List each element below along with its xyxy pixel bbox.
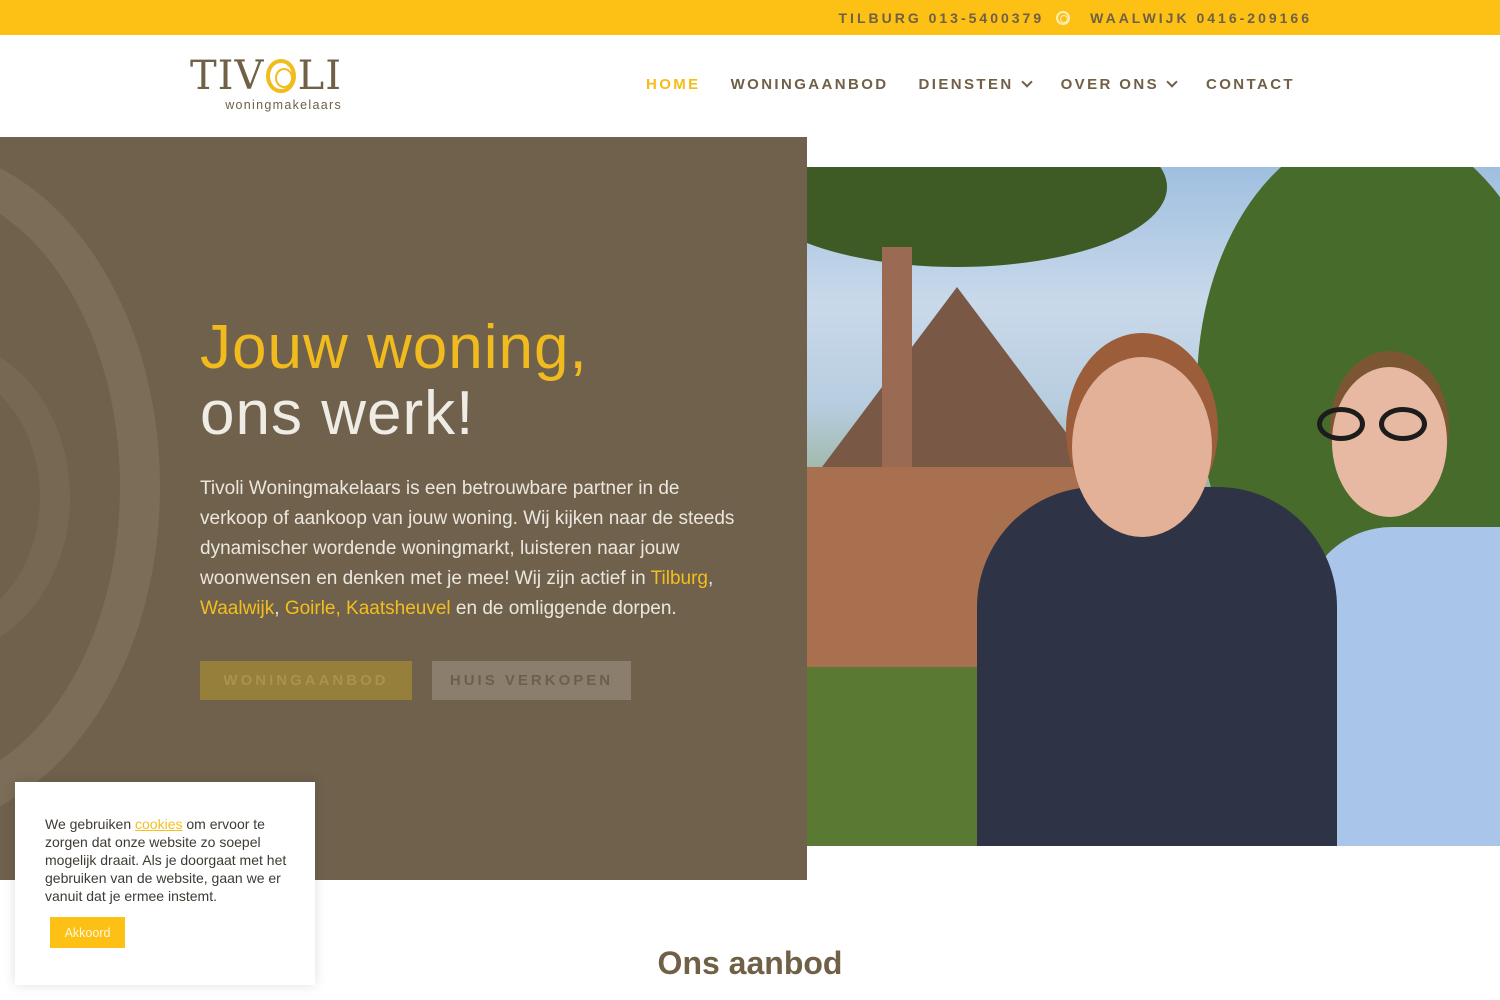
akkoord-button[interactable]: Akkoord bbox=[50, 917, 125, 948]
site-header: TIV LI woningmakelaars HOME WONINGAANBOD… bbox=[0, 35, 1500, 137]
hero-photo bbox=[807, 167, 1500, 846]
cookie-text: We gebruiken cookies om ervoor te zorgen… bbox=[45, 815, 295, 905]
hero-description: Tivoli Woningmakelaars is een betrouwbar… bbox=[200, 474, 740, 624]
nav-item-contact[interactable]: CONTACT bbox=[1206, 76, 1295, 93]
nav-label: HOME bbox=[645, 76, 701, 93]
logo[interactable]: TIV LI woningmakelaars bbox=[190, 53, 342, 117]
nav-item-over-ons[interactable]: OVER ONS bbox=[1060, 76, 1178, 93]
nav-label: OVER ONS bbox=[1060, 76, 1159, 93]
section-title-ons-aanbod: Ons aanbod bbox=[657, 945, 843, 981]
nav-label: DIENSTEN bbox=[918, 76, 1014, 93]
sun-circle-icon bbox=[1056, 10, 1071, 25]
photo-chimney bbox=[882, 247, 912, 467]
logo-text-start: TIV bbox=[190, 53, 265, 99]
logo-text-end: LI bbox=[297, 53, 342, 99]
hero-text-part: , bbox=[274, 598, 285, 619]
hero-title-line2: ons werk! bbox=[200, 379, 475, 448]
huis-verkopen-button[interactable]: HUIS VERKOPEN bbox=[432, 661, 631, 700]
cookie-text-part: We gebruiken bbox=[45, 816, 136, 832]
cookies-link[interactable]: cookies bbox=[135, 816, 182, 832]
logo-circle-icon bbox=[266, 59, 296, 93]
main-nav: HOME WONINGAANBOD DIENSTEN OVER ONS CONT… bbox=[646, 76, 1295, 93]
hero-panel: Jouw woning, ons werk! Tivoli Woningmake… bbox=[0, 137, 807, 880]
photo-roof bbox=[807, 287, 1107, 487]
hero-text-part: , bbox=[708, 568, 714, 589]
phone-waalwijk-link[interactable]: WAALWIJK 0416-209166 bbox=[1090, 10, 1312, 26]
link-waalwijk[interactable]: Waalwijk bbox=[200, 598, 274, 619]
nav-label: CONTACT bbox=[1205, 76, 1295, 93]
nav-item-diensten[interactable]: DIENSTEN bbox=[918, 76, 1033, 93]
hero-text-part: en de omliggende dorpen. bbox=[450, 598, 677, 619]
link-goirle-kaatsheuvel[interactable]: Goirle, Kaatsheuvel bbox=[285, 598, 451, 619]
photo-person-woman bbox=[977, 487, 1337, 846]
hero-title: Jouw woning, ons werk! bbox=[200, 315, 588, 447]
nav-label: WONINGAANBOD bbox=[730, 76, 889, 93]
link-tilburg[interactable]: Tilburg bbox=[651, 568, 708, 589]
nav-item-home[interactable]: HOME bbox=[646, 76, 701, 93]
photo-glasses bbox=[1317, 407, 1437, 441]
photo-tree bbox=[807, 167, 1167, 267]
logo-subtitle: woningmakelaars bbox=[225, 98, 342, 112]
woningaanbod-button[interactable]: WONINGAANBOD bbox=[200, 661, 412, 700]
photo-person-man-head bbox=[1332, 367, 1447, 517]
top-contact-bar: TILBURG 013-5400379 WAALWIJK 0416-209166 bbox=[0, 0, 1500, 35]
chevron-down-icon bbox=[1020, 76, 1033, 88]
phone-tilburg-link[interactable]: TILBURG 013-5400379 bbox=[839, 10, 1045, 26]
photo-person-woman-head bbox=[1072, 357, 1212, 537]
nav-item-woningaanbod[interactable]: WONINGAANBOD bbox=[731, 76, 889, 93]
hero-title-line1: Jouw woning, bbox=[200, 313, 588, 382]
chevron-down-icon bbox=[1166, 76, 1178, 88]
